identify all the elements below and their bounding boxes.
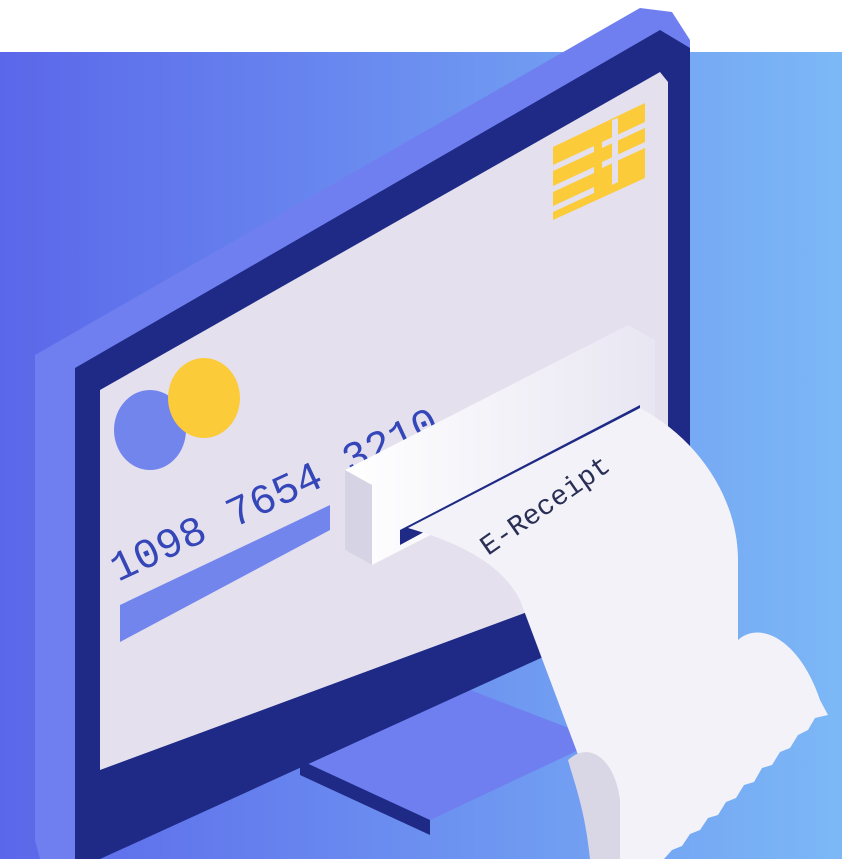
e-receipt-illustration: 1098 7654 3210 E-Receipt [0, 8, 842, 859]
